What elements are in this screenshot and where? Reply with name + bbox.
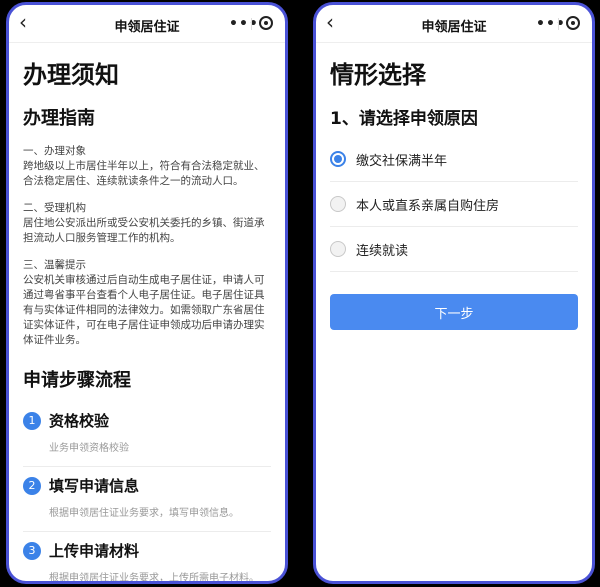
radio-unchecked-icon[interactable] bbox=[330, 241, 346, 257]
step-title: 填写申请信息 bbox=[49, 477, 140, 495]
reason-option-own-housing[interactable]: 本人或直系亲属自购住房 bbox=[330, 182, 578, 227]
step-number-badge: 2 bbox=[23, 476, 41, 495]
steps-title: 申请步骤流程 bbox=[23, 370, 131, 391]
more-icon[interactable]: ••• bbox=[229, 16, 259, 32]
step-title: 上传申请材料 bbox=[49, 542, 140, 560]
miniprogram-capsule: ••• bbox=[528, 13, 584, 35]
guide-section-body: 公安机关审核通过后自动生成电子居住证，申请人可通过粤省事平台查看个人电子居住证。… bbox=[23, 274, 265, 346]
reason-option-study[interactable]: 连续就读 bbox=[330, 227, 578, 272]
situation-content: 情形选择 1、请选择申领原因 缴交社保满半年 本人或直系亲属自购住房 连续就读 … bbox=[316, 55, 592, 330]
phone-screen-situation: ‹ 申领居住证 ••• 情形选择 1、请选择申领原因 缴交社保满半年 本人或直系… bbox=[313, 2, 595, 584]
step-number-badge: 3 bbox=[23, 541, 41, 560]
guide-section-title: 三、温馨提示 bbox=[23, 259, 86, 271]
option-label: 连续就读 bbox=[356, 243, 409, 259]
capsule-divider bbox=[251, 18, 252, 30]
phone-screen-notice: ‹ 申领居住证 ••• 办理须知 办理指南 一、办理对象 跨地级以上市居住半年以… bbox=[6, 2, 288, 584]
more-icon[interactable]: ••• bbox=[536, 16, 566, 32]
step-item[interactable]: 2 填写申请信息 根据申领居住证业务要求，填写申领信息。 bbox=[23, 467, 271, 532]
page-title: 情形选择 bbox=[330, 61, 426, 89]
guide-section-body: 跨地级以上市居住半年以上，符合有合法稳定就业、合法稳定居住、连续就读条件之一的流… bbox=[23, 160, 265, 187]
guide-section-body: 居住地公安派出所或受公安机关委托的乡镇、街道承担流动人口服务管理工作的机构。 bbox=[23, 217, 265, 244]
guide-section: 三、温馨提示 公安机关审核通过后自动生成电子居住证，申请人可通过粤省事平台查看个… bbox=[23, 258, 271, 348]
guide-section: 一、办理对象 跨地级以上市居住半年以上，符合有合法稳定就业、合法稳定居住、连续就… bbox=[23, 144, 271, 189]
close-target-icon[interactable] bbox=[566, 16, 580, 30]
question-label: 1、请选择申领原因 bbox=[330, 109, 478, 129]
step-title: 资格校验 bbox=[49, 412, 110, 430]
guide-section: 二、受理机构 居住地公安派出所或受公安机关委托的乡镇、街道承担流动人口服务管理工… bbox=[23, 201, 271, 246]
capsule-divider bbox=[558, 18, 559, 30]
step-item[interactable]: 3 上传申请材料 根据申领居住证业务要求，上传所需电子材料。 bbox=[23, 532, 271, 584]
guide-section-title: 一、办理对象 bbox=[23, 145, 86, 157]
option-label: 缴交社保满半年 bbox=[356, 153, 448, 169]
nav-bar: ‹ 申领居住证 ••• bbox=[316, 5, 592, 43]
step-desc: 根据申领居住证业务要求，上传所需电子材料。 bbox=[49, 573, 259, 584]
guide-section-title: 二、受理机构 bbox=[23, 202, 86, 214]
step-desc: 根据申领居住证业务要求，填写申领信息。 bbox=[49, 508, 239, 519]
option-label: 本人或直系亲属自购住房 bbox=[356, 198, 500, 214]
radio-checked-icon[interactable] bbox=[330, 151, 346, 167]
nav-bar: ‹ 申领居住证 ••• bbox=[9, 5, 285, 43]
reason-option-social-security[interactable]: 缴交社保满半年 bbox=[330, 137, 578, 182]
page-title: 办理须知 bbox=[23, 61, 119, 89]
close-target-icon[interactable] bbox=[259, 16, 273, 30]
step-desc: 业务申领资格校验 bbox=[49, 443, 129, 454]
notice-content: 办理须知 办理指南 一、办理对象 跨地级以上市居住半年以上，符合有合法稳定就业、… bbox=[9, 55, 285, 584]
next-step-button[interactable]: 下一步 bbox=[330, 294, 578, 330]
guide-title: 办理指南 bbox=[23, 108, 95, 129]
radio-unchecked-icon[interactable] bbox=[330, 196, 346, 212]
step-item[interactable]: 1 资格校验 业务申领资格校验 bbox=[23, 402, 271, 467]
step-number-badge: 1 bbox=[23, 411, 41, 430]
miniprogram-capsule: ••• bbox=[221, 13, 277, 35]
